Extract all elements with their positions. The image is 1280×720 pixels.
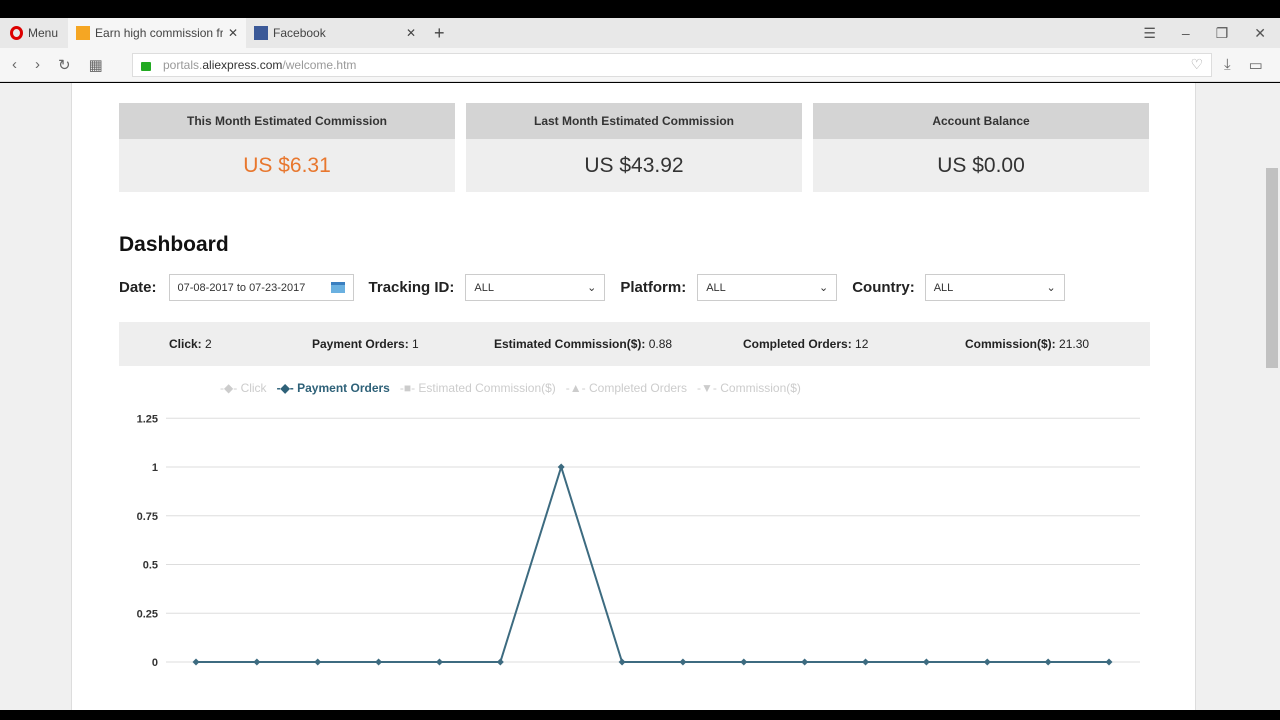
- data-point: [375, 658, 383, 666]
- y-tick-label: 1: [152, 462, 158, 474]
- data-point: [435, 658, 443, 666]
- tab-aliexpress[interactable]: Earn high commission from ✕: [68, 18, 247, 48]
- data-point: [1105, 658, 1113, 666]
- tab-title: Earn high commission from: [95, 26, 223, 40]
- back-icon[interactable]: ‹: [12, 56, 17, 74]
- data-point: [618, 658, 626, 666]
- data-point: [1044, 658, 1052, 666]
- opera-logo-icon: [10, 26, 23, 40]
- data-point: [922, 658, 930, 666]
- close-tab-icon[interactable]: ✕: [228, 26, 238, 40]
- lock-icon: [141, 61, 151, 71]
- data-point: [983, 658, 991, 666]
- vertical-scrollbar[interactable]: [1264, 83, 1280, 710]
- screen-top-bar: [0, 0, 1280, 18]
- opera-menu-button[interactable]: Menu: [0, 18, 68, 48]
- minimize-icon[interactable]: –: [1182, 25, 1190, 42]
- url-field[interactable]: portals.aliexpress.com/welcome.htm ♡: [132, 52, 1212, 77]
- data-point: [314, 658, 322, 666]
- y-tick-label: 0.5: [143, 560, 158, 572]
- data-point: [862, 658, 870, 666]
- data-point: [557, 463, 565, 471]
- page-viewport: This Month Estimated Commission US $6.31 …: [0, 83, 1280, 710]
- data-point: [801, 658, 809, 666]
- y-tick-label: 0.75: [137, 511, 158, 523]
- battery-icon[interactable]: ▭: [1249, 56, 1263, 74]
- data-point: [496, 658, 504, 666]
- aliexpress-favicon-icon: [76, 26, 91, 40]
- y-tick-label: 0.25: [137, 608, 158, 620]
- page-content: This Month Estimated Commission US $6.31 …: [71, 83, 1196, 710]
- bookmark-heart-icon[interactable]: ♡: [1190, 56, 1203, 73]
- facebook-favicon-icon: [254, 26, 269, 40]
- new-tab-icon[interactable]: +: [424, 23, 455, 44]
- screen-bottom-bar: [0, 710, 1280, 720]
- restore-icon[interactable]: ❐: [1216, 25, 1229, 42]
- payment-orders-chart: 1.25 1 0.75 0.5 0.25 0: [137, 413, 1140, 669]
- url-prefix: portals.: [163, 57, 203, 72]
- data-point: [679, 658, 687, 666]
- tab-facebook[interactable]: Facebook ✕: [246, 18, 424, 48]
- tab-menu-icon[interactable]: ☰: [1143, 25, 1156, 42]
- tab-title: Facebook: [273, 26, 326, 40]
- address-bar-row: ‹ › ↻ ▦ portals.aliexpress.com/welcome.htm ♡…: [0, 48, 1280, 82]
- tab-bar: Menu Earn high commission from ✕ Facebook…: [0, 18, 1280, 48]
- data-point: [192, 658, 200, 666]
- speed-dial-icon[interactable]: ▦: [89, 56, 103, 74]
- forward-icon[interactable]: ›: [35, 56, 40, 74]
- y-tick-label: 1.25: [137, 413, 158, 425]
- data-point: [253, 658, 261, 666]
- close-tab-icon[interactable]: ✕: [406, 26, 416, 40]
- url-path: /welcome.htm: [282, 57, 357, 72]
- data-point: [740, 658, 748, 666]
- y-tick-label: 0: [152, 657, 158, 669]
- menu-label: Menu: [28, 26, 59, 40]
- scrollbar-thumb[interactable]: [1266, 168, 1278, 368]
- reload-icon[interactable]: ↻: [58, 56, 71, 74]
- close-window-icon[interactable]: ✕: [1254, 25, 1266, 42]
- url-domain: aliexpress.com: [202, 57, 283, 72]
- download-icon[interactable]: ⤓: [1224, 56, 1231, 74]
